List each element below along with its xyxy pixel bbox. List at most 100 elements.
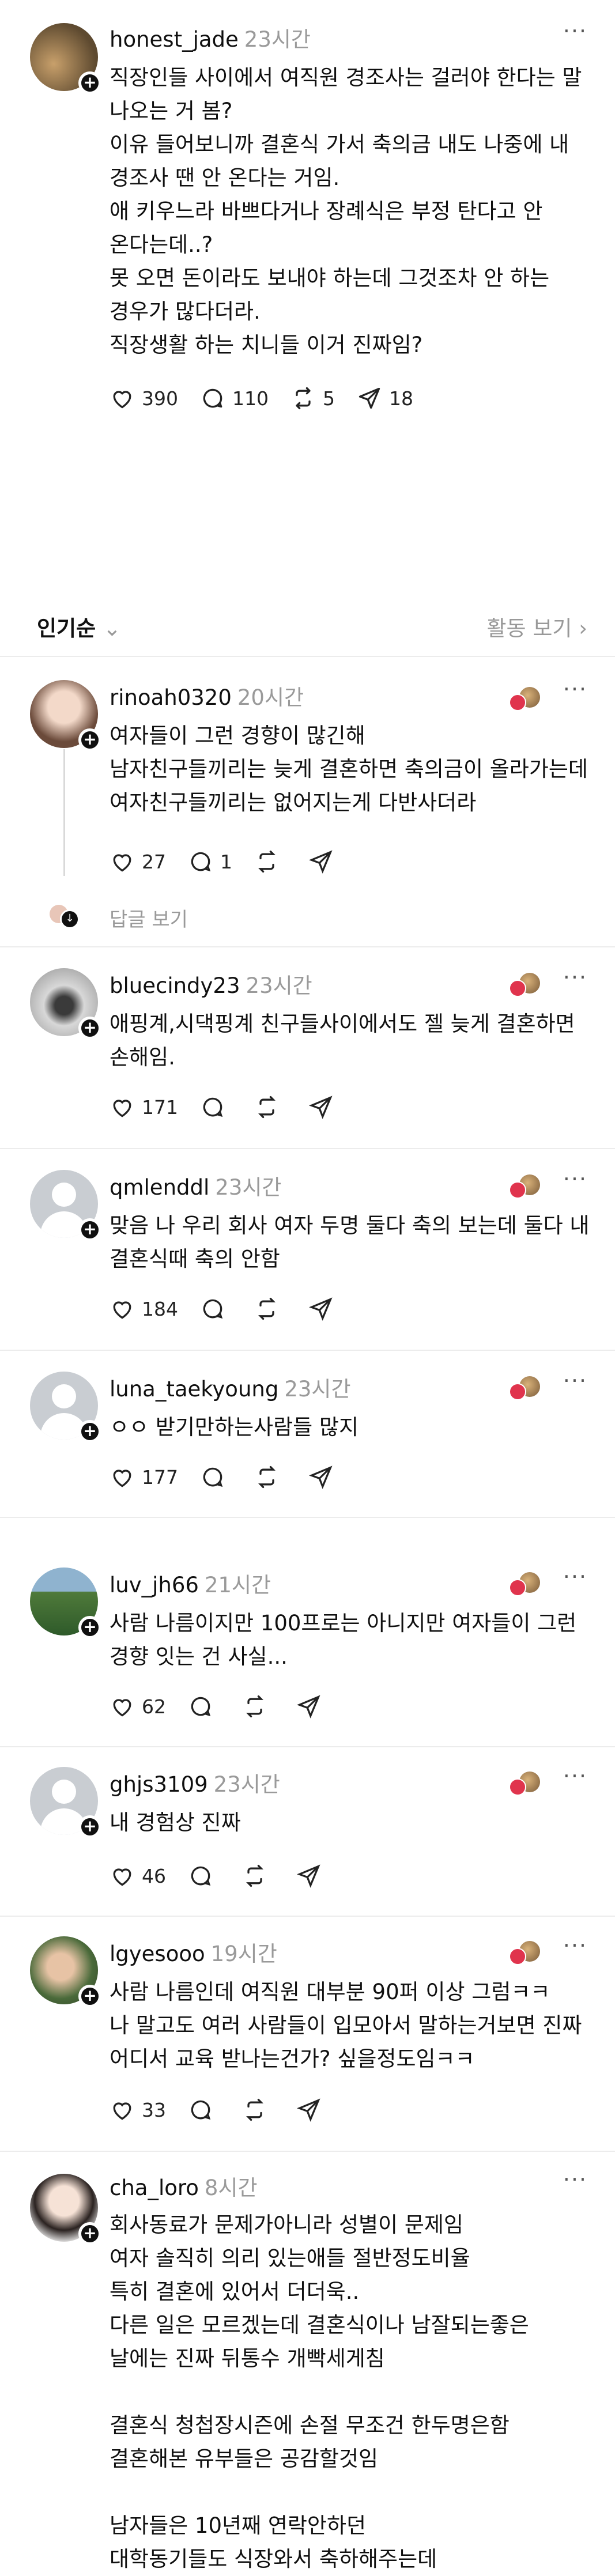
repost-button[interactable] (254, 1296, 286, 1321)
post-avatar[interactable]: + (30, 23, 101, 95)
like-button[interactable]: 46 (110, 1863, 166, 1888)
badge-icon (509, 1173, 541, 1199)
more-options-icon[interactable]: ··· (563, 1933, 587, 1958)
follow-plus-icon[interactable]: + (78, 71, 101, 95)
more-options-icon[interactable]: ··· (563, 18, 587, 44)
comment-icon (191, 1697, 211, 1717)
divider (0, 656, 615, 657)
username[interactable]: luv_jh66 (110, 1573, 199, 1597)
follow-plus-icon[interactable]: + (78, 1017, 101, 1040)
repost-button[interactable] (242, 1863, 274, 1888)
share-button[interactable] (308, 1296, 341, 1321)
share-button[interactable] (308, 849, 341, 874)
like-button[interactable]: 390 (110, 386, 178, 411)
share-button[interactable] (308, 1094, 341, 1120)
chevron-down-icon: ⌄ (103, 616, 122, 641)
comment-button[interactable] (200, 1296, 232, 1321)
reply-author[interactable]: luv_jh66 21시간 (110, 1567, 271, 1599)
reply-author[interactable]: ghjs3109 23시간 (110, 1767, 280, 1798)
reply-text: 회사동료가 문제가아니라 성별이 문제임 여자 솔직히 의리 있는애들 절반정도… (110, 2212, 529, 2571)
share-button[interactable] (296, 1694, 329, 1719)
reply-avatar[interactable]: + (30, 2174, 101, 2245)
like-button[interactable]: 33 (110, 2097, 166, 2122)
like-button[interactable]: 184 (110, 1296, 178, 1321)
reply-author[interactable]: rinoah0320 20시간 (110, 680, 304, 711)
follow-plus-icon[interactable]: + (78, 1815, 101, 1838)
reply-author[interactable]: lgyesooo 19시간 (110, 1936, 277, 1967)
reply-time: 21시간 (204, 1573, 271, 1597)
comment-button[interactable]: 110 (200, 386, 269, 411)
heart-icon (113, 1868, 131, 1886)
username[interactable]: bluecindy23 (110, 973, 240, 998)
reply-avatar[interactable]: + (30, 1372, 101, 1443)
reply-time: 8시간 (204, 2175, 258, 2200)
repost-button[interactable] (242, 2097, 274, 2122)
comment-button[interactable] (200, 1094, 232, 1120)
reply-avatar[interactable]: + (30, 680, 101, 751)
reply-time: 19시간 (210, 1942, 277, 1966)
sort-dropdown[interactable]: 인기순 ⌄ (37, 616, 121, 641)
more-options-icon[interactable]: ··· (563, 1564, 587, 1589)
more-options-icon[interactable]: ··· (563, 677, 587, 702)
repost-button[interactable]: 5 (290, 386, 335, 411)
follow-plus-icon[interactable]: + (78, 1616, 101, 1639)
share-button[interactable] (296, 1863, 329, 1888)
more-options-icon[interactable]: ··· (563, 965, 587, 990)
badge-icon (509, 1940, 541, 1965)
repost-button[interactable] (242, 1694, 274, 1719)
username[interactable]: qmlenddl (110, 1175, 209, 1200)
repost-button[interactable] (254, 1464, 286, 1490)
like-button[interactable]: 27 (110, 849, 166, 874)
reply-avatar[interactable]: + (30, 1767, 101, 1838)
comment-button[interactable] (188, 1863, 220, 1888)
reply-author[interactable]: qmlenddl 23시간 (110, 1170, 281, 1201)
comment-button[interactable]: 1 (188, 849, 232, 874)
more-options-icon[interactable]: ··· (563, 1763, 587, 1789)
comment-button[interactable] (188, 1694, 220, 1719)
follow-plus-icon[interactable]: + (78, 1218, 101, 1241)
follow-plus-icon[interactable]: + (78, 1985, 101, 2008)
reply-actions: 177 (110, 1463, 363, 1491)
share-button[interactable] (296, 2097, 329, 2122)
username[interactable]: honest_jade (110, 27, 239, 52)
follow-plus-icon[interactable]: + (78, 2222, 101, 2245)
activity-link[interactable]: 활동 보기 › (487, 611, 587, 642)
username[interactable]: lgyesooo (110, 1942, 205, 1966)
like-button[interactable]: 177 (110, 1464, 178, 1490)
comment-button[interactable] (200, 1464, 232, 1490)
repost-icon (246, 2098, 263, 2121)
repost-button[interactable] (254, 849, 286, 874)
more-options-icon[interactable]: ··· (563, 2167, 587, 2192)
share-button[interactable]: 18 (357, 386, 413, 411)
divider (0, 946, 615, 947)
reply-avatar[interactable]: + (30, 1170, 101, 1241)
post-author[interactable]: honest_jade 23시간 (110, 22, 311, 53)
username[interactable]: rinoah0320 (110, 685, 232, 710)
reply-avatar[interactable]: + (30, 1936, 101, 2008)
reply-author[interactable]: bluecindy23 23시간 (110, 968, 312, 999)
view-replies-link[interactable]: 답글 보기 (110, 904, 188, 932)
reply-author[interactable]: cha_loro 8시간 (110, 2170, 258, 2201)
activity-label: 활동 보기 (486, 616, 572, 641)
reply-text: ㅇㅇ 받기만하는사람들 많지 (110, 1415, 359, 1440)
repost-icon (258, 1465, 276, 1489)
repost-button[interactable] (254, 1094, 286, 1120)
comment-count: 1 (220, 850, 232, 873)
reply-avatar[interactable]: + (30, 1567, 101, 1639)
reply-avatar[interactable]: + (30, 968, 101, 1040)
badge-icon (509, 972, 541, 997)
share-button[interactable] (308, 1464, 341, 1490)
username[interactable]: ghjs3109 (110, 1772, 208, 1797)
like-button[interactable]: 62 (110, 1694, 166, 1719)
heart-icon (113, 854, 131, 872)
comment-button[interactable] (188, 2097, 220, 2122)
reply-author[interactable]: luna_taekyoung 23시간 (110, 1372, 351, 1403)
follow-plus-icon[interactable]: + (78, 1420, 101, 1443)
post-text: 직장인들 사이에서 여직원 경조사는 걸러야 한다는 말 나오는 거 봄? 이유… (110, 65, 582, 357)
like-button[interactable]: 171 (110, 1094, 178, 1120)
follow-plus-icon[interactable]: + (78, 728, 101, 751)
more-options-icon[interactable]: ··· (563, 1166, 587, 1192)
more-options-icon[interactable]: ··· (563, 1368, 587, 1393)
username[interactable]: luna_taekyoung (110, 1377, 278, 1402)
username[interactable]: cha_loro (110, 2175, 199, 2200)
